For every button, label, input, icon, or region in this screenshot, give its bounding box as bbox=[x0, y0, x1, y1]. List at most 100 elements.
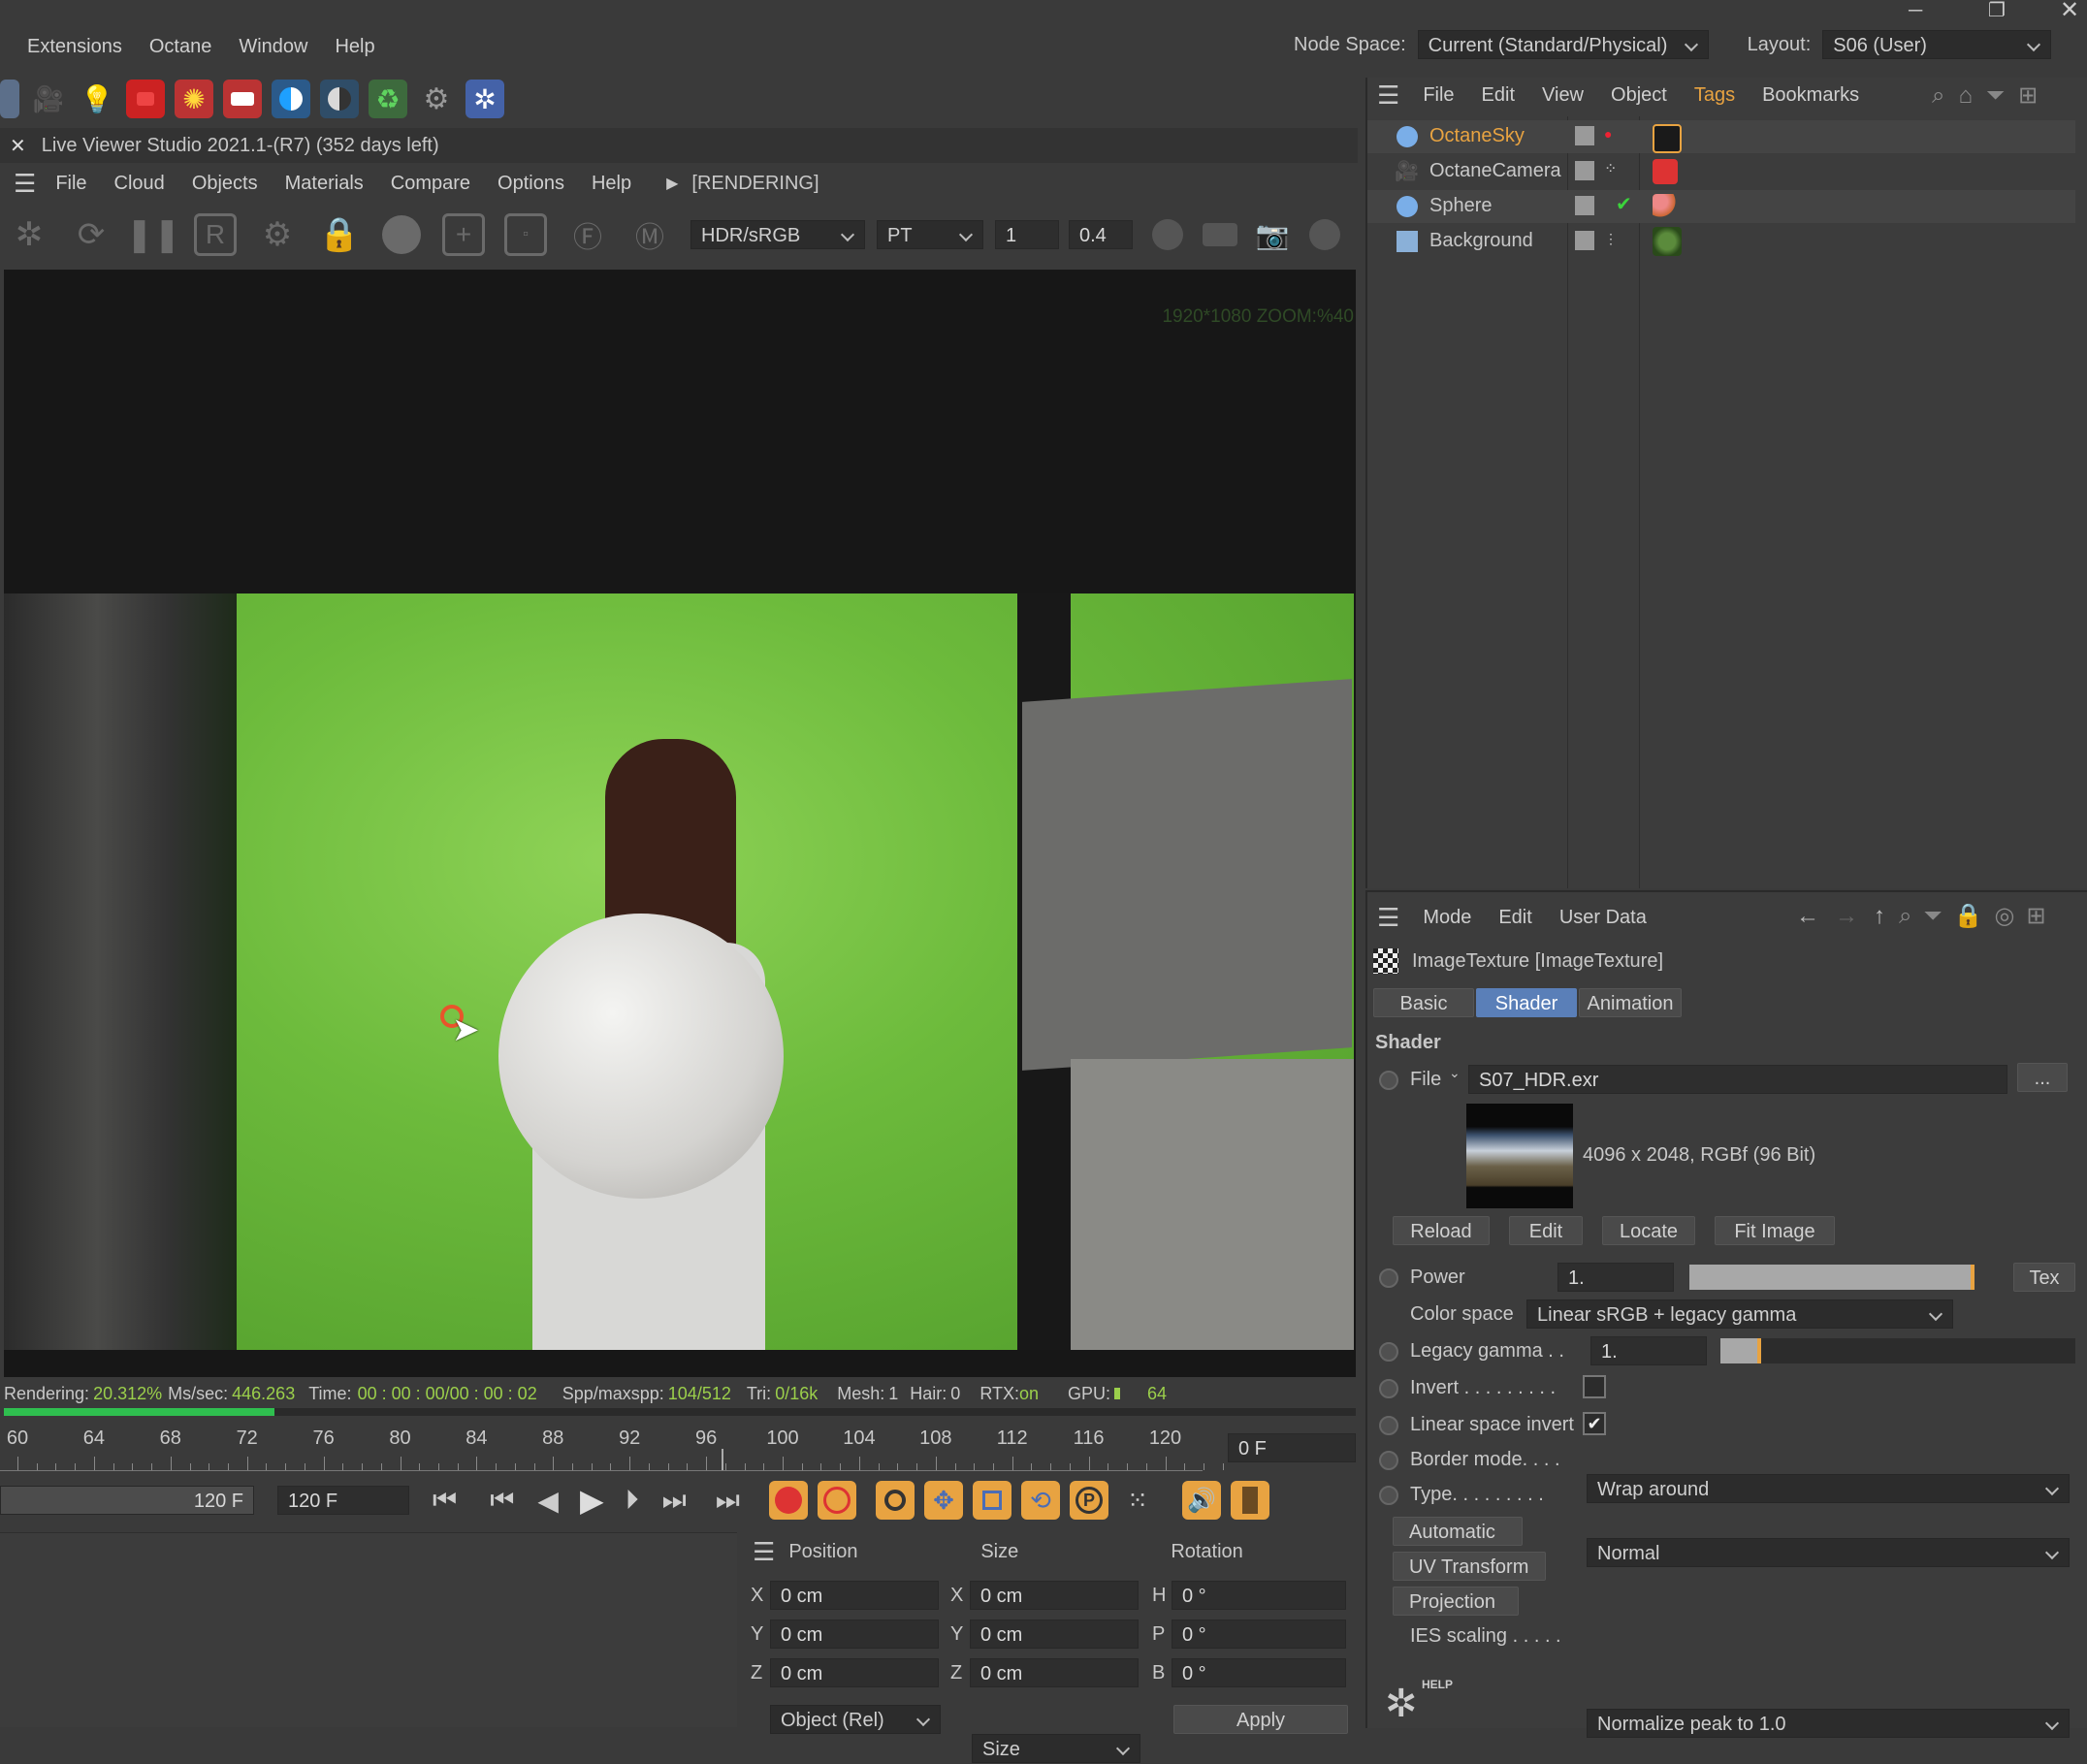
am-target-icon[interactable]: ◎ bbox=[1995, 902, 2015, 930]
lightbulb-icon[interactable]: 💡 bbox=[78, 80, 116, 118]
focus-region-icon[interactable]: ▫ bbox=[504, 213, 547, 256]
automatic-button[interactable]: Automatic bbox=[1393, 1517, 1523, 1546]
coords-mode-dropdown[interactable]: Object (Rel) bbox=[770, 1705, 941, 1734]
back-arrow-icon[interactable]: ← bbox=[1796, 903, 1819, 930]
invert-radio[interactable] bbox=[1379, 1379, 1398, 1398]
file-anim-radio[interactable] bbox=[1379, 1071, 1398, 1090]
rot-p-field[interactable]: 0 ° bbox=[1172, 1620, 1346, 1649]
om-filter-icon[interactable]: ⏷ bbox=[1986, 82, 2005, 110]
om-row-octanesky[interactable]: OctaneSky ● bbox=[1367, 120, 2075, 153]
autokey-icon[interactable] bbox=[817, 1481, 856, 1520]
locate-button[interactable]: Locate bbox=[1602, 1216, 1695, 1245]
go-start-icon[interactable]: ⏮ bbox=[433, 1485, 457, 1517]
om-menu-bookmarks[interactable]: Bookmarks bbox=[1762, 84, 1859, 107]
next-key-icon[interactable]: ⏭ bbox=[662, 1485, 687, 1517]
close-tab-icon[interactable]: ✕ bbox=[10, 134, 26, 158]
linear-invert-radio[interactable] bbox=[1379, 1416, 1398, 1435]
film-camera-icon[interactable]: 🎥 bbox=[29, 80, 68, 118]
linear-invert-checkbox[interactable]: ✔ bbox=[1583, 1412, 1606, 1435]
settings-gear-icon[interactable]: ⚙ bbox=[417, 80, 456, 118]
region-render-icon[interactable]: R bbox=[194, 213, 237, 256]
next-frame-icon[interactable]: ⏵ bbox=[626, 1485, 639, 1517]
om-row-background[interactable]: Background ⋮ bbox=[1367, 225, 2075, 258]
legacy-gamma-slider[interactable] bbox=[1720, 1338, 2075, 1363]
prev-frame-icon[interactable]: ◀ bbox=[537, 1485, 559, 1517]
power-field[interactable]: 1. bbox=[1557, 1263, 1674, 1292]
lock-icon[interactable]: 🔒 bbox=[318, 213, 361, 256]
lv-value2-stepper[interactable]: 0.4 bbox=[1069, 220, 1133, 249]
texture-tag-icon[interactable] bbox=[1653, 227, 1682, 256]
pause-icon[interactable]: ❚❚ bbox=[126, 213, 181, 256]
edit-image-button[interactable]: Edit bbox=[1509, 1216, 1583, 1245]
tex-button[interactable]: Tex bbox=[2013, 1263, 2075, 1292]
lv-menu-compare[interactable]: Compare bbox=[391, 173, 470, 195]
layer-dots-icon[interactable]: ● bbox=[1604, 126, 1612, 142]
lv-value1-stepper[interactable]: 1 bbox=[995, 220, 1059, 249]
om-menu-object[interactable]: Object bbox=[1611, 84, 1667, 107]
lv-menu-file[interactable]: File bbox=[55, 173, 86, 195]
octane-sky-tag-icon[interactable] bbox=[1653, 124, 1682, 153]
am-new-panel-icon[interactable]: ⊞ bbox=[2027, 902, 2046, 930]
border-mode-dropdown[interactable]: Wrap around bbox=[1587, 1474, 2070, 1503]
scale-key-icon[interactable] bbox=[972, 1481, 1011, 1520]
om-new-panel-icon[interactable]: ⊞ bbox=[2018, 81, 2038, 110]
close-window-icon[interactable]: ✕ bbox=[2060, 0, 2079, 24]
menu-window[interactable]: Window bbox=[239, 36, 307, 58]
clay-mode-icon[interactable] bbox=[1146, 213, 1189, 256]
am-lock-icon[interactable]: 🔒 bbox=[1954, 902, 1983, 930]
om-menu-file[interactable]: File bbox=[1423, 84, 1454, 107]
type-radio[interactable] bbox=[1379, 1486, 1398, 1505]
film-timeline-icon[interactable] bbox=[1230, 1481, 1269, 1520]
am-menu-edit[interactable]: Edit bbox=[1498, 907, 1531, 929]
playhead-marker[interactable] bbox=[722, 1449, 723, 1470]
hdri-sky-icon[interactable] bbox=[272, 80, 310, 118]
tonemap-dropdown[interactable]: HDR/sRGB bbox=[690, 220, 865, 249]
file-path-field[interactable]: S07_HDR.exr bbox=[1468, 1065, 2007, 1094]
end-frame-b-field[interactable]: 120 F bbox=[277, 1486, 409, 1515]
pos-z-field[interactable]: 0 cm bbox=[770, 1658, 939, 1687]
focus-pick-icon[interactable]: Ⓕ bbox=[566, 213, 609, 256]
add-region-icon[interactable]: + bbox=[442, 213, 485, 256]
am-menu-mode[interactable]: Mode bbox=[1423, 907, 1471, 929]
menu-help[interactable]: Help bbox=[335, 36, 374, 58]
am-menu-user-data[interactable]: User Data bbox=[1559, 907, 1647, 929]
node-space-dropdown[interactable]: Current (Standard/Physical) bbox=[1417, 30, 1709, 59]
size-z-field[interactable]: 0 cm bbox=[970, 1658, 1139, 1687]
layer-dots-icon[interactable]: ⁘ bbox=[1604, 159, 1617, 178]
hamburger-menu-icon[interactable]: ☰ bbox=[14, 169, 36, 199]
edit-visibility-icon[interactable] bbox=[1575, 161, 1594, 180]
minimize-icon[interactable]: ─ bbox=[1909, 0, 1922, 22]
file-browse-button[interactable]: ... bbox=[2017, 1063, 2068, 1092]
tab-shader[interactable]: Shader bbox=[1476, 988, 1577, 1017]
snapshot-camera-icon[interactable]: 📷 bbox=[1251, 213, 1294, 256]
film-strip-icon[interactable] bbox=[1199, 213, 1241, 256]
size-y-field[interactable]: 0 cm bbox=[970, 1620, 1139, 1649]
edit-visibility-icon[interactable] bbox=[1575, 196, 1594, 215]
tab-animation[interactable]: Animation bbox=[1579, 988, 1682, 1017]
power-slider-track[interactable] bbox=[1689, 1265, 1975, 1290]
om-row-octanecamera[interactable]: 🎥 OctaneCamera ⁘ bbox=[1367, 155, 2075, 188]
tab-basic[interactable]: Basic bbox=[1373, 988, 1474, 1017]
om-menu-edit[interactable]: Edit bbox=[1482, 84, 1515, 107]
coords-size-dropdown[interactable]: Size bbox=[972, 1734, 1140, 1763]
material-pick-icon[interactable]: Ⓜ bbox=[628, 213, 671, 256]
sound-icon[interactable]: 🔊 bbox=[1181, 1481, 1221, 1520]
up-arrow-icon[interactable]: ↑ bbox=[1874, 903, 1885, 930]
lv-menu-help[interactable]: Help bbox=[592, 173, 631, 195]
om-row-sphere[interactable]: Sphere ✔ bbox=[1367, 190, 2075, 223]
legacy-gamma-radio[interactable] bbox=[1379, 1342, 1398, 1362]
layout-dropdown[interactable]: S06 (User) bbox=[1822, 30, 2052, 59]
rotate-key-icon[interactable]: ⟲ bbox=[1020, 1481, 1060, 1520]
pos-y-field[interactable]: 0 cm bbox=[770, 1620, 939, 1649]
om-search-icon[interactable]: ⌕ bbox=[1932, 82, 1944, 110]
end-frame-a-field[interactable]: 120 F bbox=[0, 1486, 254, 1515]
edit-visibility-icon[interactable] bbox=[1575, 231, 1594, 250]
type-dropdown[interactable]: Normal bbox=[1587, 1538, 2070, 1567]
uv-transform-button[interactable]: UV Transform bbox=[1393, 1552, 1546, 1581]
current-frame-field[interactable]: 0 F bbox=[1228, 1433, 1356, 1462]
file-chevron-icon[interactable]: ⌄ bbox=[1449, 1065, 1461, 1081]
go-end-icon[interactable]: ⏭ bbox=[716, 1485, 740, 1517]
param-key-icon[interactable]: P bbox=[1069, 1481, 1108, 1520]
menu-octane[interactable]: Octane bbox=[149, 36, 211, 58]
sun-icon[interactable]: ✺ bbox=[175, 80, 213, 118]
